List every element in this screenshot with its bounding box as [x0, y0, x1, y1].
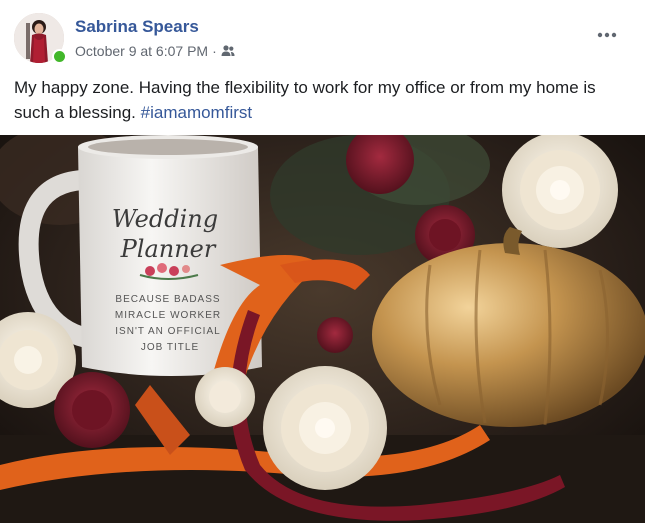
friends-icon[interactable] [221, 45, 235, 57]
more-options-icon[interactable] [595, 25, 619, 45]
mug-subtext-line4: JOB TITLE [141, 342, 199, 353]
mug-subtext-line3: ISN'T AN OFFICIAL [115, 326, 220, 337]
mug-subtext-line1: BECAUSE BADASS [115, 294, 220, 305]
post-text: My happy zone. Having the flexibility to… [14, 75, 634, 125]
post-body-text: My happy zone. Having the flexibility to… [14, 78, 596, 122]
post-meta: October 9 at 6:07 PM · [75, 43, 235, 59]
online-status-dot [52, 49, 67, 64]
meta-separator: · [212, 43, 217, 59]
mug-title-line2: Planner [120, 235, 217, 263]
post-timestamp-link[interactable]: October 9 at 6:07 PM [75, 43, 208, 59]
post-header: Sabrina Spears October 9 at 6:07 PM · [14, 13, 634, 65]
post-card: Sabrina Spears October 9 at 6:07 PM · My… [0, 0, 649, 523]
author-name-link[interactable]: Sabrina Spears [75, 17, 199, 37]
mug-title-line1: Wedding [112, 205, 218, 233]
hashtag-link[interactable]: #iamamomfirst [141, 103, 252, 122]
post-photo[interactable]: Wedding Planner BECAUSE BADASS MIRACLE W… [0, 135, 645, 523]
photo-illustration: Wedding Planner BECAUSE BADASS MIRACLE W… [0, 135, 645, 523]
mug-subtext-line2: MIRACLE WORKER [115, 310, 221, 321]
avatar-container[interactable] [14, 13, 67, 64]
